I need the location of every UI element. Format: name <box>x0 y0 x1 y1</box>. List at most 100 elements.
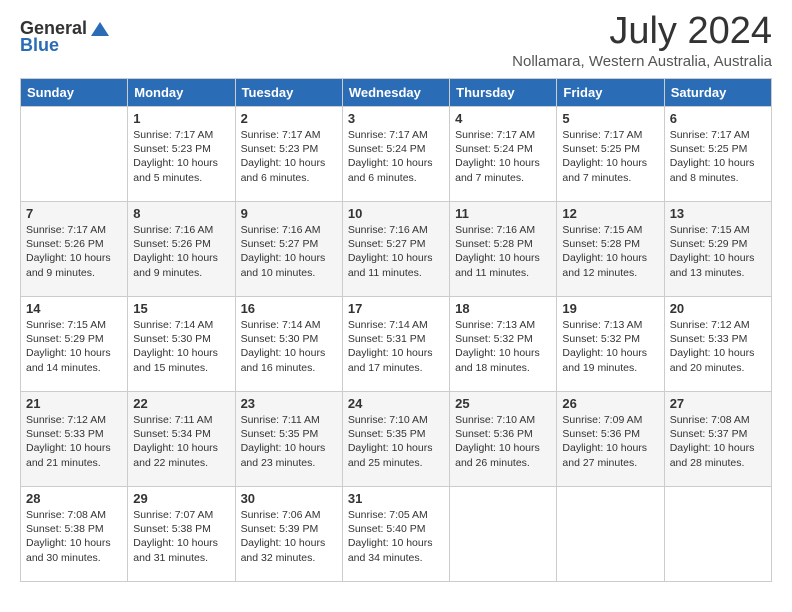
day-number: 23 <box>241 396 337 411</box>
calendar-cell: 26 Sunrise: 7:09 AMSunset: 5:36 PMDayligh… <box>557 392 664 487</box>
day-info: Sunrise: 7:14 AMSunset: 5:30 PMDaylight:… <box>241 318 337 375</box>
day-number: 5 <box>562 111 658 126</box>
calendar-cell: 19 Sunrise: 7:13 AMSunset: 5:32 PMDayligh… <box>557 297 664 392</box>
day-info: Sunrise: 7:17 AMSunset: 5:24 PMDaylight:… <box>348 128 444 185</box>
day-info: Sunrise: 7:17 AMSunset: 5:23 PMDaylight:… <box>133 128 229 185</box>
month-title: July 2024 <box>512 10 772 53</box>
calendar-cell: 17Sunrise: 7:14 AMSunset: 5:31 PMDayligh… <box>342 297 449 392</box>
calendar-cell: 30 Sunrise: 7:06 AMSunset: 5:39 PMDayligh… <box>235 487 342 582</box>
day-number: 28 <box>26 491 122 506</box>
calendar-cell: 24Sunrise: 7:10 AMSunset: 5:35 PMDayligh… <box>342 392 449 487</box>
calendar-cell: 22Sunrise: 7:11 AMSunset: 5:34 PMDayligh… <box>128 392 235 487</box>
day-info: Sunrise: 7:11 AMSunset: 5:34 PMDaylight:… <box>133 413 229 470</box>
title-area: July 2024 Nollamara, Western Australia, … <box>512 10 772 70</box>
calendar-cell: 20 Sunrise: 7:12 AMSunset: 5:33 PMDayligh… <box>664 297 771 392</box>
calendar-cell: 8 Sunrise: 7:16 AMSunset: 5:26 PMDaylight… <box>128 202 235 297</box>
day-number: 11 <box>455 206 551 221</box>
header: General Blue July 2024 Nollamara, Wester… <box>20 10 772 70</box>
calendar-cell: 31 Sunrise: 7:05 AMSunset: 5:40 PMDayligh… <box>342 487 449 582</box>
calendar-cell: 5 Sunrise: 7:17 AMSunset: 5:25 PMDaylight… <box>557 107 664 202</box>
weekday-header-tuesday: Tuesday <box>235 79 342 107</box>
day-info: Sunrise: 7:15 AMSunset: 5:28 PMDaylight:… <box>562 223 658 280</box>
day-number: 14 <box>26 301 122 316</box>
day-info: Sunrise: 7:17 AMSunset: 5:23 PMDaylight:… <box>241 128 337 185</box>
day-number: 31 <box>348 491 444 506</box>
day-number: 20 <box>670 301 766 316</box>
calendar-cell <box>664 487 771 582</box>
day-info: Sunrise: 7:14 AMSunset: 5:30 PMDaylight:… <box>133 318 229 375</box>
calendar-cell: 6Sunrise: 7:17 AMSunset: 5:25 PMDaylight… <box>664 107 771 202</box>
day-number: 21 <box>26 396 122 411</box>
day-info: Sunrise: 7:12 AMSunset: 5:33 PMDaylight:… <box>670 318 766 375</box>
day-number: 4 <box>455 111 551 126</box>
day-info: Sunrise: 7:12 AMSunset: 5:33 PMDaylight:… <box>26 413 122 470</box>
calendar-cell <box>21 107 128 202</box>
weekday-header-monday: Monday <box>128 79 235 107</box>
day-info: Sunrise: 7:13 AMSunset: 5:32 PMDaylight:… <box>455 318 551 375</box>
calendar-cell: 18 Sunrise: 7:13 AMSunset: 5:32 PMDayligh… <box>450 297 557 392</box>
day-info: Sunrise: 7:10 AMSunset: 5:36 PMDaylight:… <box>455 413 551 470</box>
day-number: 25 <box>455 396 551 411</box>
calendar-cell: 21 Sunrise: 7:12 AMSunset: 5:33 PMDayligh… <box>21 392 128 487</box>
calendar-cell: 27 Sunrise: 7:08 AMSunset: 5:37 PMDayligh… <box>664 392 771 487</box>
day-info: Sunrise: 7:17 AMSunset: 5:25 PMDaylight:… <box>562 128 658 185</box>
day-number: 2 <box>241 111 337 126</box>
day-number: 27 <box>670 396 766 411</box>
day-number: 18 <box>455 301 551 316</box>
weekday-header-sunday: Sunday <box>21 79 128 107</box>
day-info: Sunrise: 7:15 AMSunset: 5:29 PMDaylight:… <box>670 223 766 280</box>
day-number: 13 <box>670 206 766 221</box>
calendar-cell: 12Sunrise: 7:15 AMSunset: 5:28 PMDayligh… <box>557 202 664 297</box>
calendar-cell: 28 Sunrise: 7:08 AMSunset: 5:38 PMDayligh… <box>21 487 128 582</box>
day-number: 30 <box>241 491 337 506</box>
day-info: Sunrise: 7:16 AMSunset: 5:27 PMDaylight:… <box>241 223 337 280</box>
day-info: Sunrise: 7:16 AMSunset: 5:28 PMDaylight:… <box>455 223 551 280</box>
day-info: Sunrise: 7:17 AMSunset: 5:26 PMDaylight:… <box>26 223 122 280</box>
day-number: 26 <box>562 396 658 411</box>
day-info: Sunrise: 7:09 AMSunset: 5:36 PMDaylight:… <box>562 413 658 470</box>
calendar-week-row: 1 Sunrise: 7:17 AMSunset: 5:23 PMDaylight… <box>21 107 772 202</box>
calendar-header-row: SundayMondayTuesdayWednesdayThursdayFrid… <box>21 79 772 107</box>
logo-icon <box>89 20 111 38</box>
day-number: 16 <box>241 301 337 316</box>
day-number: 8 <box>133 206 229 221</box>
calendar-cell: 15 Sunrise: 7:14 AMSunset: 5:30 PMDayligh… <box>128 297 235 392</box>
calendar-cell: 4 Sunrise: 7:17 AMSunset: 5:24 PMDaylight… <box>450 107 557 202</box>
day-info: Sunrise: 7:17 AMSunset: 5:24 PMDaylight:… <box>455 128 551 185</box>
calendar-cell: 3 Sunrise: 7:17 AMSunset: 5:24 PMDaylight… <box>342 107 449 202</box>
calendar-cell: 16 Sunrise: 7:14 AMSunset: 5:30 PMDayligh… <box>235 297 342 392</box>
day-info: Sunrise: 7:06 AMSunset: 5:39 PMDaylight:… <box>241 508 337 565</box>
calendar-cell: 7 Sunrise: 7:17 AMSunset: 5:26 PMDaylight… <box>21 202 128 297</box>
day-info: Sunrise: 7:05 AMSunset: 5:40 PMDaylight:… <box>348 508 444 565</box>
weekday-header-wednesday: Wednesday <box>342 79 449 107</box>
location-subtitle: Nollamara, Western Australia, Australia <box>512 53 772 70</box>
day-info: Sunrise: 7:08 AMSunset: 5:37 PMDaylight:… <box>670 413 766 470</box>
logo: General Blue <box>20 10 113 56</box>
day-number: 24 <box>348 396 444 411</box>
weekday-header-friday: Friday <box>557 79 664 107</box>
day-number: 9 <box>241 206 337 221</box>
calendar-cell: 29Sunrise: 7:07 AMSunset: 5:38 PMDayligh… <box>128 487 235 582</box>
day-info: Sunrise: 7:15 AMSunset: 5:29 PMDaylight:… <box>26 318 122 375</box>
calendar-cell <box>557 487 664 582</box>
day-info: Sunrise: 7:16 AMSunset: 5:27 PMDaylight:… <box>348 223 444 280</box>
day-info: Sunrise: 7:17 AMSunset: 5:25 PMDaylight:… <box>670 128 766 185</box>
day-number: 7 <box>26 206 122 221</box>
calendar-cell <box>450 487 557 582</box>
day-number: 29 <box>133 491 229 506</box>
day-number: 1 <box>133 111 229 126</box>
calendar-week-row: 7 Sunrise: 7:17 AMSunset: 5:26 PMDaylight… <box>21 202 772 297</box>
calendar-week-row: 21 Sunrise: 7:12 AMSunset: 5:33 PMDayligh… <box>21 392 772 487</box>
calendar-cell: 13 Sunrise: 7:15 AMSunset: 5:29 PMDayligh… <box>664 202 771 297</box>
calendar-cell: 1 Sunrise: 7:17 AMSunset: 5:23 PMDaylight… <box>128 107 235 202</box>
weekday-header-thursday: Thursday <box>450 79 557 107</box>
day-info: Sunrise: 7:13 AMSunset: 5:32 PMDaylight:… <box>562 318 658 375</box>
day-number: 15 <box>133 301 229 316</box>
day-info: Sunrise: 7:16 AMSunset: 5:26 PMDaylight:… <box>133 223 229 280</box>
calendar-week-row: 28 Sunrise: 7:08 AMSunset: 5:38 PMDayligh… <box>21 487 772 582</box>
logo-blue-text: Blue <box>20 35 59 56</box>
day-number: 3 <box>348 111 444 126</box>
day-number: 19 <box>562 301 658 316</box>
calendar-table: SundayMondayTuesdayWednesdayThursdayFrid… <box>20 78 772 582</box>
day-info: Sunrise: 7:08 AMSunset: 5:38 PMDaylight:… <box>26 508 122 565</box>
